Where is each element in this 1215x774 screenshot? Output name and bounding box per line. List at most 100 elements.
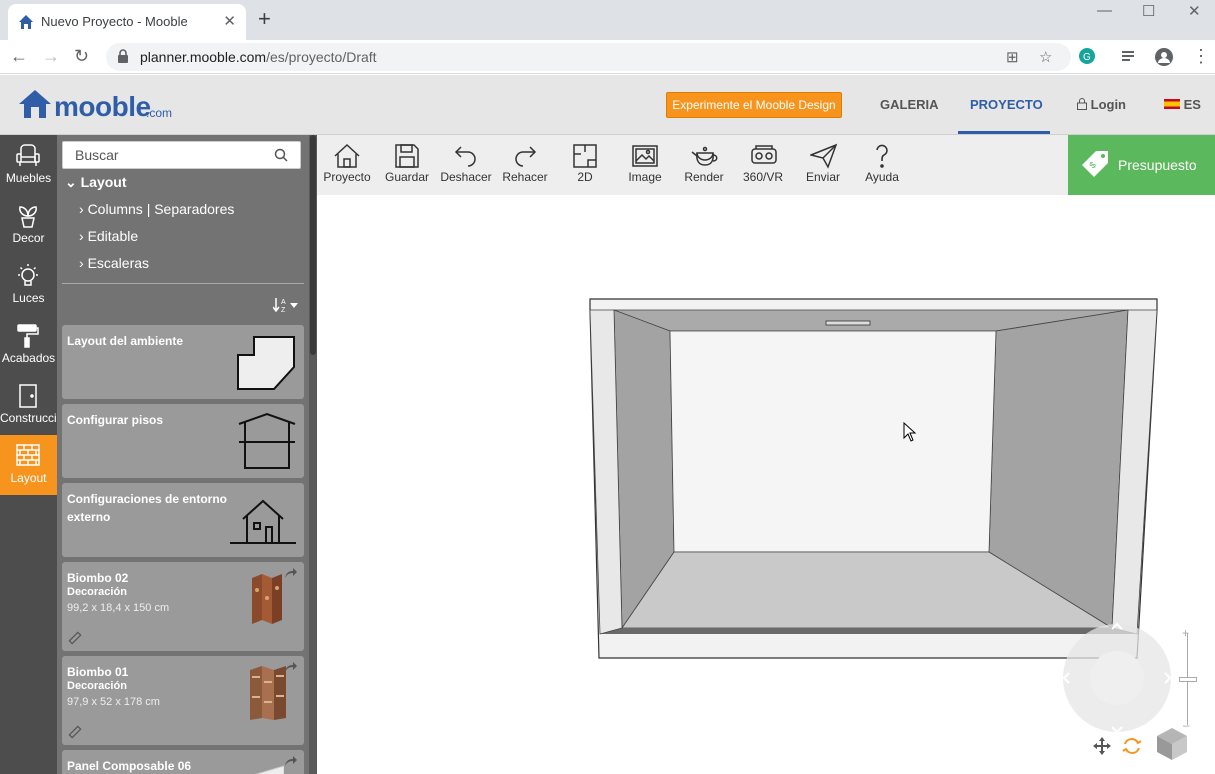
paint-roller-icon	[17, 324, 39, 348]
tree-item-columns[interactable]: › Columns | Separadores	[79, 201, 234, 217]
tool-360vr[interactable]: 360/VR	[733, 135, 793, 195]
tool-proyecto[interactable]: Proyecto	[317, 135, 377, 195]
floorplan-icon	[573, 144, 597, 168]
card-layout-ambiente[interactable]: Layout del ambiente	[62, 325, 304, 399]
card-title: Configurar pisos	[67, 413, 164, 427]
language-selector[interactable]: ES	[1164, 97, 1201, 112]
tool-enviar[interactable]: Enviar	[793, 135, 853, 195]
sort-az-icon[interactable]: A Z	[273, 297, 299, 313]
sidebar-item-acabados[interactable]: Acabados	[0, 315, 57, 375]
help-icon	[876, 144, 888, 168]
url-path: /es/proyecto/Draft	[266, 49, 377, 65]
address-bar[interactable]: planner.mooble.com/es/proyecto/Draft ⊞ ☆	[106, 43, 1071, 71]
forward-icon[interactable]: →	[42, 46, 60, 66]
zoom-out-icon[interactable]: –	[1183, 718, 1190, 732]
profile-icon[interactable]	[1155, 48, 1173, 66]
sidebar-item-construccion[interactable]: Construcción	[0, 375, 57, 435]
tool-rehacer[interactable]: Rehacer	[495, 135, 555, 195]
house-icon	[230, 499, 296, 544]
panel-scrollbar-thumb[interactable]	[310, 135, 316, 355]
tree-root-layout[interactable]: ⌄ Layout	[65, 174, 127, 191]
sidebar-item-muebles[interactable]: Muebles	[0, 135, 57, 195]
chevron-right-icon: ›	[79, 255, 84, 271]
browser-menu-icon[interactable]: ⋮	[1192, 46, 1210, 66]
card-configurar-pisos[interactable]: Configurar pisos	[62, 404, 304, 478]
share-icon[interactable]	[284, 661, 298, 673]
mooble-logo[interactable]: mooble .com	[18, 89, 172, 124]
card-title: Configuraciones de entorno externo	[67, 492, 228, 524]
panel-image	[255, 765, 284, 774]
card-dimensions: 99,2 x 18,4 x 150 cm	[67, 602, 170, 614]
url-host: planner.mooble.com	[140, 49, 267, 65]
back-icon[interactable]: ←	[10, 46, 28, 66]
svg-text:A: A	[281, 299, 286, 306]
tool-ayuda[interactable]: Ayuda	[852, 135, 912, 195]
bookmark-star-icon[interactable]: ☆	[1039, 48, 1052, 66]
card-entorno-externo[interactable]: Configuraciones de entorno externo	[62, 483, 304, 557]
minimize-icon[interactable]: —	[1097, 2, 1112, 19]
sidebar-item-decor[interactable]: Decor	[0, 195, 57, 255]
language-label: ES	[1183, 97, 1201, 112]
grammarly-icon[interactable]: G	[1079, 48, 1095, 64]
media-queue-icon[interactable]	[1122, 48, 1140, 64]
lock-icon	[1077, 98, 1087, 110]
tool-label: Render	[684, 170, 724, 184]
ruler-icon[interactable]	[68, 725, 82, 739]
card-biombo-01[interactable]: Biombo 01 Decoración 97,9 x 52 x 178 cm	[62, 656, 304, 745]
share-icon[interactable]	[284, 567, 298, 579]
sidebar-item-label: Muebles	[5, 171, 52, 185]
window-close-icon[interactable]: ✕	[1188, 2, 1201, 20]
3d-viewport[interactable]	[317, 195, 1215, 774]
orbit-navigation-widget[interactable]	[1062, 621, 1177, 739]
ruler-icon[interactable]	[68, 631, 82, 645]
tree-item-label: Columns | Separadores	[87, 201, 235, 217]
browser-tab[interactable]: Nuevo Proyecto - Mooble ✕	[8, 4, 246, 40]
lightbulb-icon	[18, 264, 38, 286]
app-header: mooble .com Experimente el Mooble Design…	[0, 75, 1215, 135]
rotate-icon[interactable]	[1122, 736, 1142, 756]
sidebar-item-label: Luces	[12, 291, 45, 305]
logo-suffix: .com	[146, 106, 173, 120]
teapot-icon	[691, 146, 718, 166]
svg-text:G: G	[1083, 52, 1091, 63]
sidebar-item-luces[interactable]: Luces	[0, 255, 57, 315]
tool-label: Image	[628, 170, 662, 184]
search-input[interactable]	[63, 142, 263, 168]
presupuesto-button[interactable]: $ Presupuesto	[1068, 135, 1215, 195]
tool-image[interactable]: Image	[615, 135, 675, 195]
search-icon[interactable]	[274, 148, 288, 162]
nav-proyecto[interactable]: PROYECTO	[970, 97, 1043, 112]
login-label: Login	[1090, 97, 1127, 112]
card-biombo-02[interactable]: Biombo 02 Decoración 99,2 x 18,4 x 150 c…	[62, 562, 304, 651]
door-icon	[19, 384, 37, 408]
translate-icon[interactable]: ⊞	[1006, 48, 1019, 66]
image-icon	[632, 145, 658, 167]
save-icon	[395, 144, 419, 168]
tool-label: Enviar	[805, 170, 840, 184]
login-link[interactable]: Login	[1077, 97, 1126, 112]
tree-item-escaleras[interactable]: › Escaleras	[79, 255, 149, 271]
pan-move-icon[interactable]	[1092, 736, 1112, 756]
tool-2d[interactable]: 2D	[555, 135, 615, 195]
sidebar-item-layout[interactable]: Layout	[0, 435, 57, 495]
mooble-favicon-icon	[19, 15, 33, 29]
new-tab-icon[interactable]: +	[258, 8, 271, 30]
folding-screen-image	[250, 666, 286, 720]
tool-deshacer[interactable]: Deshacer	[436, 135, 496, 195]
maximize-icon[interactable]: ☐	[1142, 2, 1155, 20]
tab-close-icon[interactable]: ✕	[223, 12, 236, 30]
card-panel-composable-06[interactable]: Panel Composable 06	[62, 750, 304, 774]
zoom-slider-handle[interactable]	[1179, 677, 1197, 682]
chevron-right-icon: ›	[79, 228, 84, 244]
mooble-design-button[interactable]: Experimente el Mooble Design	[666, 92, 842, 118]
tree-item-editable[interactable]: › Editable	[79, 228, 138, 244]
browser-toolbar: ← → ↻ planner.mooble.com/es/proyecto/Dra…	[0, 40, 1215, 74]
tool-label: Rehacer	[502, 170, 548, 184]
tool-label: Guardar	[384, 170, 430, 184]
tool-render[interactable]: Render	[674, 135, 734, 195]
nav-galeria[interactable]: GALERIA	[880, 97, 939, 112]
reload-icon[interactable]: ↻	[74, 46, 89, 66]
browser-tabstrip: Nuevo Proyecto - Mooble ✕ + — ☐ ✕	[0, 0, 1215, 40]
tool-guardar[interactable]: Guardar	[377, 135, 437, 195]
share-icon[interactable]	[284, 755, 298, 767]
